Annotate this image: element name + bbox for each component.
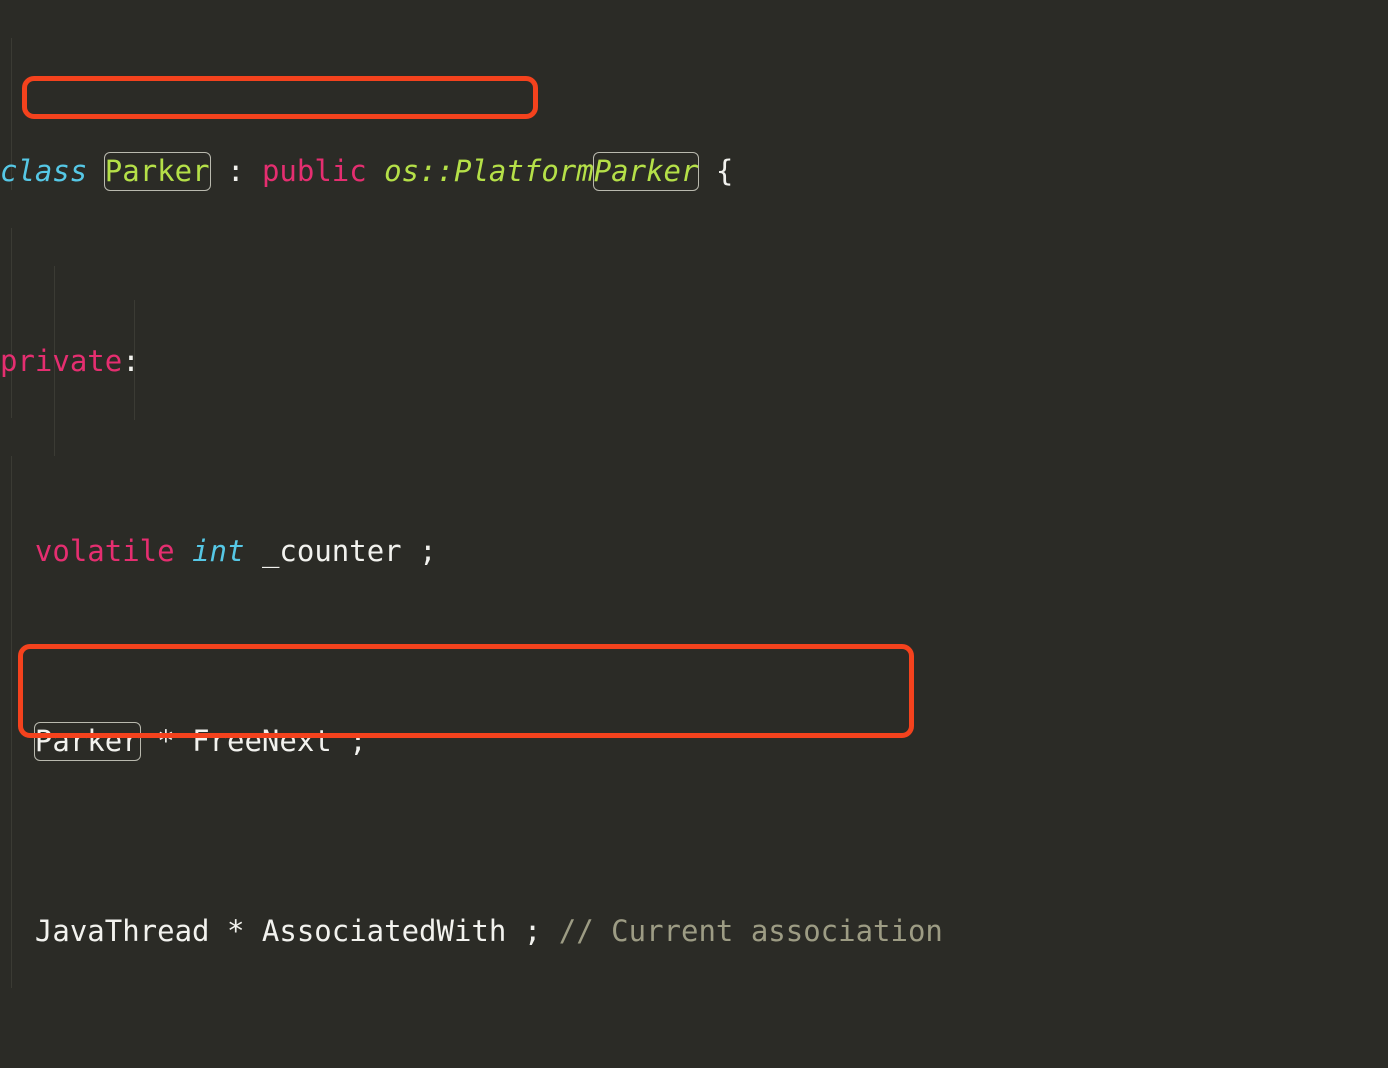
pointer-star: *	[139, 724, 193, 758]
identifier-associatedwith: AssociatedWith	[261, 914, 507, 948]
code-line: private:	[0, 342, 1388, 380]
brace-open: {	[698, 154, 734, 188]
type-int: int	[192, 534, 245, 568]
identifier-parker: Parker	[33, 722, 141, 761]
semicolon: ;	[523, 914, 542, 948]
identifier-parker: Parker	[592, 152, 700, 191]
identifier-counter: _counter	[261, 534, 402, 568]
code-block[interactable]: class Parker : public os::PlatformParker…	[0, 0, 1388, 1068]
comment-current-association: // Current association	[558, 914, 943, 948]
identifier-javathread: JavaThread	[34, 914, 210, 948]
identifier-parker: Parker	[103, 152, 211, 191]
keyword-public: public	[261, 154, 367, 188]
identifier-freenext: FreeNext	[192, 724, 332, 758]
code-editor-surface: class Parker : public os::PlatformParker…	[0, 0, 1388, 1068]
semicolon: ;	[349, 724, 367, 758]
code-line: volatile int _counter ;	[0, 532, 1388, 570]
keyword-private: private	[0, 344, 123, 378]
keyword-class: class	[0, 154, 88, 188]
semicolon: ;	[419, 534, 437, 568]
code-line: JavaThread * AssociatedWith ; // Current…	[0, 912, 1388, 950]
code-line: Parker * FreeNext ;	[0, 722, 1388, 761]
punctuation: :	[209, 154, 262, 188]
code-line: class Parker : public os::PlatformParker…	[0, 152, 1388, 191]
keyword-volatile: volatile	[34, 534, 175, 568]
identifier-platform-prefix: Platform	[454, 154, 594, 188]
identifier-os-platform: os::PlatformParker	[384, 152, 700, 191]
colon: :	[122, 344, 140, 378]
pointer-star: *	[209, 914, 262, 948]
